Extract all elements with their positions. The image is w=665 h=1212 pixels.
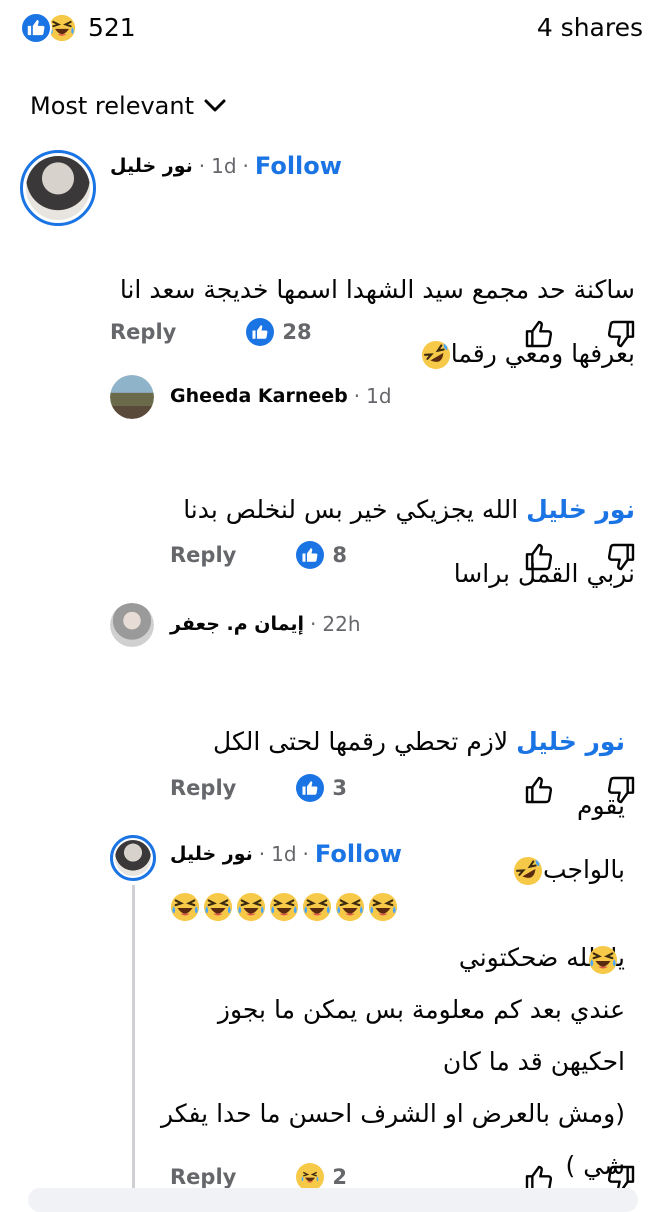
like-button-icon[interactable]	[523, 541, 555, 573]
like-reaction-icon	[20, 12, 52, 44]
comment-author[interactable]: إيمان م. جعفر	[170, 613, 304, 635]
laughing-emoji-icon	[335, 892, 365, 922]
avatar[interactable]	[110, 375, 154, 419]
comment-time[interactable]: 1d	[366, 384, 391, 408]
comment-body: ساكنة حد مجمع سيد الشهدا اسمها خديجة سعد…	[119, 275, 635, 370]
like-count[interactable]: 3	[332, 776, 347, 800]
like-count-icon	[296, 541, 325, 569]
follow-button[interactable]: Follow	[255, 152, 342, 180]
comment-time[interactable]: 1d	[271, 842, 296, 866]
follow-button[interactable]: Follow	[315, 840, 402, 868]
like-count[interactable]: 28	[282, 320, 311, 344]
comment-header: Gheeda Karneeb · 1d	[170, 384, 392, 408]
avatar[interactable]	[110, 603, 154, 647]
dislike-button-icon[interactable]	[605, 318, 637, 350]
comment-actions: Reply 28	[110, 318, 312, 346]
like-count-icon	[246, 318, 275, 346]
thread-line	[132, 885, 135, 1200]
avatar[interactable]	[110, 835, 156, 881]
like-button-icon[interactable]	[523, 774, 555, 806]
comment-actions: Reply 8	[170, 541, 347, 569]
laughing-emoji-icon	[236, 892, 266, 922]
rofl-emoji-icon	[421, 340, 451, 370]
reply-button[interactable]: Reply	[170, 543, 236, 567]
laughing-emoji-row	[170, 892, 398, 922]
like-button-icon[interactable]	[523, 318, 555, 350]
comment-actions: Reply 2	[170, 1163, 347, 1191]
comment-header: نور خليل · 1d · Follow	[170, 840, 402, 868]
comment-time[interactable]: 22h	[322, 612, 360, 636]
dislike-button-icon[interactable]	[605, 541, 637, 573]
post-stats-bar: 521 4 shares	[0, 0, 665, 60]
laughing-emoji-icon	[203, 892, 233, 922]
comment-body: نور خليل الله يجزيكي خير بس لنخلص بدنا ن…	[183, 495, 635, 588]
laughing-emoji-icon	[588, 945, 618, 975]
like-count-icon	[296, 774, 325, 802]
comment-author[interactable]: نور خليل	[170, 843, 253, 865]
laughing-emoji-icon	[269, 892, 299, 922]
comment-sort-dropdown[interactable]: Most relevant	[30, 92, 226, 120]
comment-time[interactable]: 1d	[211, 154, 236, 178]
dislike-button-icon[interactable]	[605, 774, 637, 806]
reply-button[interactable]: Reply	[110, 320, 176, 344]
reaction-count[interactable]: 521	[88, 13, 136, 42]
comment-actions: Reply 3	[170, 774, 347, 802]
like-count[interactable]: 2	[332, 1165, 347, 1189]
like-count-icon	[296, 1163, 325, 1191]
comment-author[interactable]: نور خليل	[110, 155, 193, 177]
comment-header: نور خليل · 1d · Follow	[110, 152, 342, 180]
mention-link[interactable]: نور خليل	[526, 495, 635, 524]
sort-label: Most relevant	[30, 92, 195, 120]
shares-count[interactable]: 4 shares	[537, 13, 643, 42]
like-count[interactable]: 8	[332, 543, 347, 567]
laughing-emoji-icon	[302, 892, 332, 922]
comment-author[interactable]: Gheeda Karneeb	[170, 385, 348, 407]
laughing-emoji-icon	[368, 892, 398, 922]
comment-input-bar[interactable]	[28, 1188, 638, 1212]
laughing-emoji-icon	[170, 892, 200, 922]
reply-button[interactable]: Reply	[170, 1165, 236, 1189]
mention-link[interactable]: نور خليل	[516, 727, 625, 756]
reply-button[interactable]: Reply	[170, 776, 236, 800]
comment-body: يا الله ضحكتوني عندي بعد كم معلومة بس يم…	[160, 943, 625, 1180]
comment-header: إيمان م. جعفر · 22h	[170, 612, 361, 636]
chevron-down-icon	[204, 99, 226, 112]
